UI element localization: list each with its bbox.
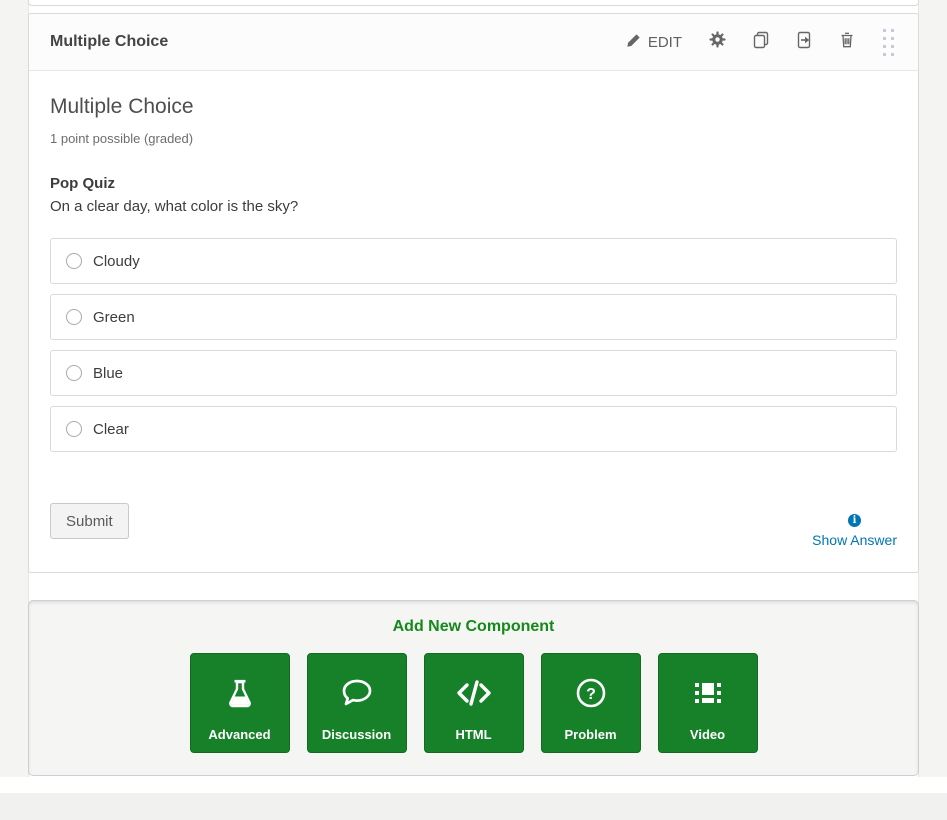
show-answer-label: Show Answer [812,532,897,548]
radio-button[interactable] [66,253,82,269]
show-answer-link[interactable]: i Show Answer [812,514,897,548]
question-circle-icon: ? [575,674,607,712]
add-button-label: Problem [564,727,616,742]
left-gutter [0,0,29,777]
choice-label: Blue [93,365,123,382]
add-html-button[interactable]: HTML [424,653,524,753]
trash-icon [838,31,856,54]
add-new-component-title: Add New Component [29,618,918,636]
component-actions: EDIT [626,25,908,59]
problem-body: Multiple Choice 1 point possible (graded… [29,71,918,572]
page-footer-band [0,793,947,820]
problem-title: Multiple Choice [50,95,897,119]
add-button-label: Advanced [208,727,270,742]
flask-icon [224,674,256,712]
choice-option-cloudy[interactable]: Cloudy [50,238,897,284]
radio-button[interactable] [66,365,82,381]
add-button-label: HTML [455,727,491,742]
points-possible: 1 point possible (graded) [50,131,897,146]
multiple-choice-component-card: Multiple Choice EDIT [28,13,919,573]
radio-button[interactable] [66,309,82,325]
drag-handle[interactable] [868,25,908,59]
edit-button[interactable]: EDIT [626,33,682,52]
question-text: On a clear day, what color is the sky? [50,196,897,217]
component-header: Multiple Choice EDIT [29,14,918,71]
delete-button[interactable] [825,25,868,59]
add-component-buttons: Advanced Discussion [29,653,918,753]
add-new-component-panel: Add New Component Advanced [28,600,919,776]
pencil-icon [626,33,641,52]
move-icon [795,31,813,54]
submit-button[interactable]: Submit [50,503,129,539]
add-discussion-button[interactable]: Discussion [307,653,407,753]
problem-actions-row: Submit i Show Answer [50,503,897,539]
choice-list: Cloudy Green Blue Clear [50,238,897,452]
add-button-label: Video [690,727,725,742]
duplicate-icon [752,31,770,54]
edit-button-label: EDIT [648,34,682,51]
add-advanced-button[interactable]: Advanced [190,653,290,753]
svg-text:?: ? [586,686,596,703]
choice-option-blue[interactable]: Blue [50,350,897,396]
previous-component-edge [28,0,919,6]
component-title: Multiple Choice [50,33,626,51]
settings-button[interactable] [696,25,739,59]
unit-page: Multiple Choice EDIT [0,0,947,820]
choice-option-clear[interactable]: Clear [50,406,897,452]
right-gutter [918,0,947,777]
gear-icon [709,31,726,53]
question-title: Pop Quiz [50,173,897,194]
drag-handle-icon [883,29,894,56]
add-problem-button[interactable]: ? Problem [541,653,641,753]
choice-label: Green [93,309,135,326]
duplicate-button[interactable] [739,25,782,59]
info-icon: i [848,514,861,527]
code-icon [455,674,493,712]
add-button-label: Discussion [322,727,391,742]
add-video-button[interactable]: Video [658,653,758,753]
move-button[interactable] [782,25,825,59]
choice-label: Clear [93,421,129,438]
choice-option-green[interactable]: Green [50,294,897,340]
film-icon [692,674,724,712]
radio-button[interactable] [66,421,82,437]
speech-bubble-icon [340,674,374,712]
choice-label: Cloudy [93,253,140,270]
